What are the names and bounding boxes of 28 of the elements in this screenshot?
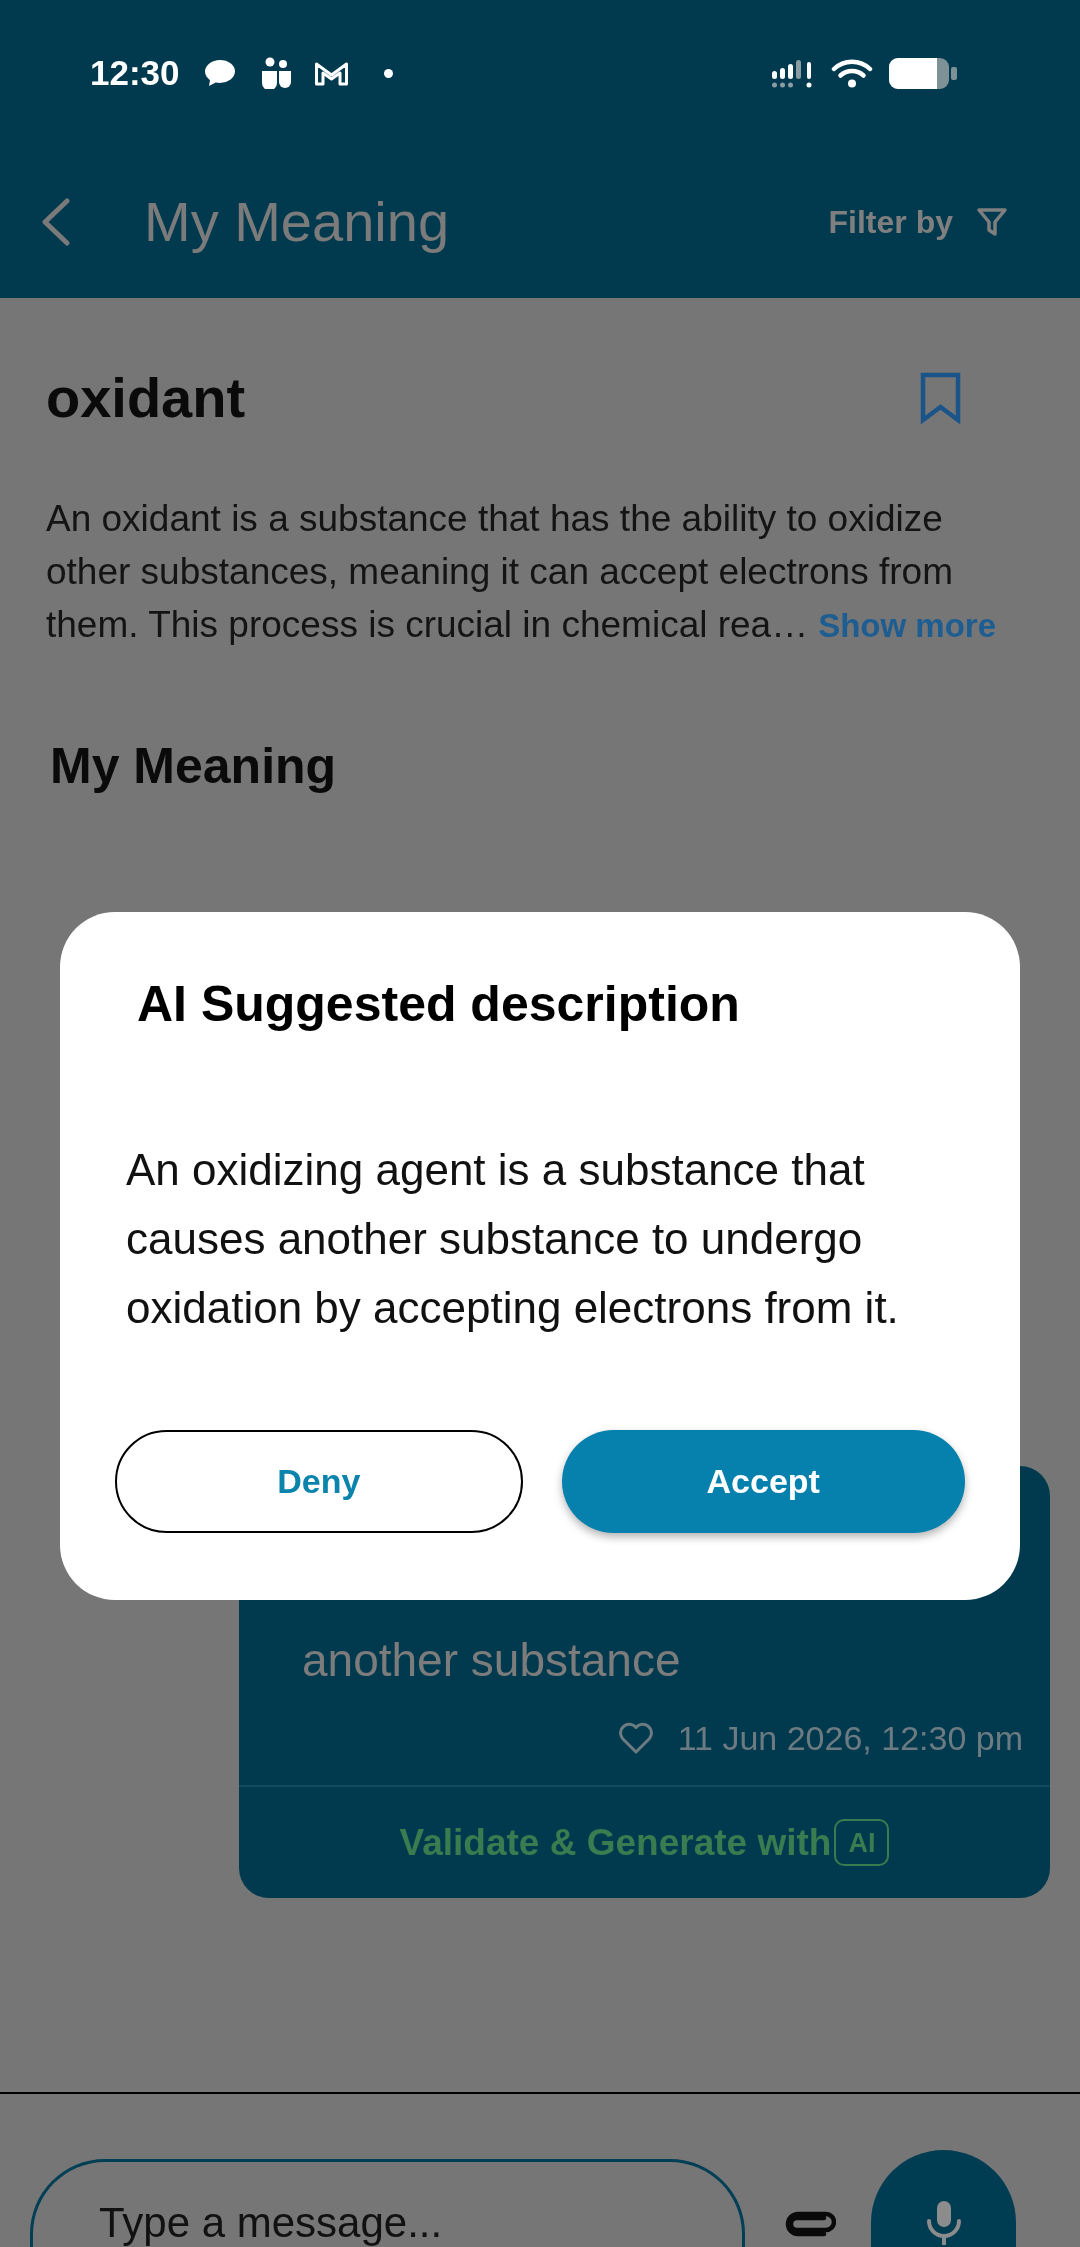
filter-icon: [977, 208, 1007, 236]
validate-generate-button[interactable]: Validate & Generate with AI: [239, 1785, 1050, 1898]
battery-icon: [889, 57, 957, 89]
dialog-title: AI Suggested description: [137, 975, 740, 1034]
chat-bubble-icon: [203, 59, 236, 87]
back-icon[interactable]: [41, 198, 70, 246]
meaning-text: another substance: [302, 1633, 681, 1688]
word-description: An oxidant is a substance that has the ability to oxidize other substances, meaning it can accept electrons from them. This process is crucial in chemical rea… Show more: [46, 497, 998, 647]
section-heading: My Meaning: [50, 737, 337, 796]
dialog-button[interactable]: Deny: [115, 1430, 523, 1533]
bookmark-icon[interactable]: [920, 372, 961, 424]
filter-button[interactable]: Filter by: [828, 202, 1007, 242]
people-icon: [259, 57, 292, 89]
message-field[interactable]: Type a message...: [30, 2159, 745, 2247]
m-logo-icon: [313, 60, 349, 86]
paperclip-icon[interactable]: [784, 2209, 836, 2239]
notification-dot-icon: [383, 68, 393, 78]
word-title: oxidant: [46, 366, 246, 430]
heart-icon[interactable]: [617, 1722, 654, 1754]
timestamp-text: 11 Jun 2026, 12:30 pm: [677, 1718, 1023, 1758]
dialog-body: An oxidizing agent is a substance that causes another substance to undergo oxidation by accepting electrons from it.: [126, 1144, 900, 1334]
ai-badge: AI: [834, 1819, 890, 1866]
status-time: 12:30: [90, 53, 180, 93]
dialog-button[interactable]: Accept: [561, 1430, 965, 1533]
wifi-icon: [831, 58, 873, 88]
screen-title: My Meaning: [144, 190, 450, 254]
signal-icon: [772, 58, 813, 88]
microphone-icon: [925, 2199, 962, 2245]
